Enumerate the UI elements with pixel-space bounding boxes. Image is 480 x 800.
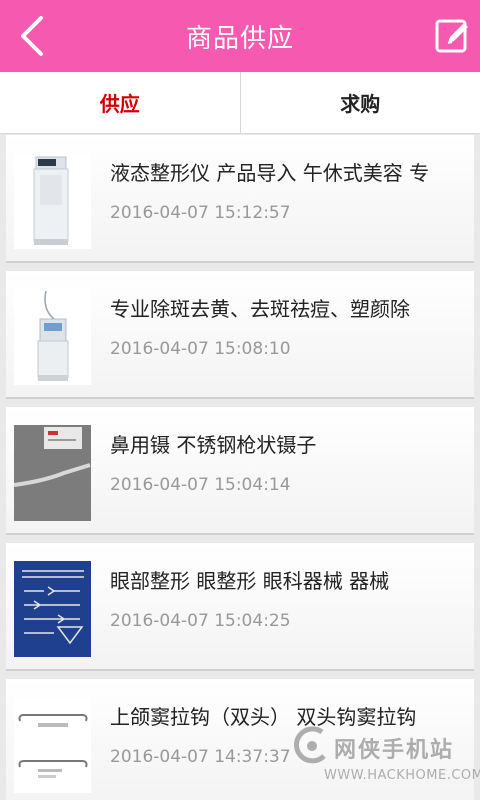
watermark-name: 网侠手机站 <box>334 738 455 763</box>
product-thumbnail <box>14 561 91 657</box>
back-button[interactable] <box>10 12 54 60</box>
item-title: 专业除斑去黄、去斑祛痘、塑颜除 <box>110 297 410 321</box>
product-thumbnail <box>14 153 91 249</box>
app-header: 商品供应 <box>0 0 480 72</box>
list-item[interactable]: 专业除斑去黄、去斑祛痘、塑颜除 2016-04-07 15:08:10 <box>6 271 474 399</box>
chevron-left-icon <box>21 16 43 56</box>
edit-icon <box>435 19 468 53</box>
product-list: 液态整形仪 产品导入 午休式美容 专 2016-04-07 15:12:57 专… <box>0 135 480 800</box>
item-title: 眼部整形 眼整形 眼科器械 器械 <box>110 569 390 593</box>
watermark: 网侠手机站 WWW.HACKHOME.COM <box>294 724 480 794</box>
edit-button[interactable] <box>432 14 472 58</box>
page-title: 商品供应 <box>185 23 294 54</box>
list-item[interactable]: 液态整形仪 产品导入 午休式美容 专 2016-04-07 15:12:57 <box>6 135 474 263</box>
list-item[interactable]: 眼部整形 眼整形 眼科器械 器械 2016-04-07 15:04:25 <box>6 543 474 671</box>
item-timestamp: 2016-04-07 14:37:37 <box>110 747 291 767</box>
product-thumbnail <box>14 697 91 793</box>
tab-supply[interactable]: 供应 <box>0 72 240 133</box>
watermark-logo-icon <box>294 726 326 764</box>
list-item[interactable]: 鼻用镊 不锈钢枪状镊子 2016-04-07 15:04:14 <box>6 407 474 535</box>
item-timestamp: 2016-04-07 15:04:25 <box>110 611 291 631</box>
product-thumbnail <box>14 289 91 385</box>
item-title: 液态整形仪 产品导入 午休式美容 专 <box>110 161 430 185</box>
item-timestamp: 2016-04-07 15:08:10 <box>110 339 291 359</box>
product-thumbnail <box>14 425 91 521</box>
watermark-url: WWW.HACKHOME.COM <box>324 768 480 783</box>
item-timestamp: 2016-04-07 15:12:57 <box>110 203 291 223</box>
tab-purchase[interactable]: 求购 <box>241 72 480 133</box>
item-timestamp: 2016-04-07 15:04:14 <box>110 475 291 495</box>
item-title: 鼻用镊 不锈钢枪状镊子 <box>110 433 317 457</box>
tab-bar: 供应 求购 <box>0 72 480 134</box>
